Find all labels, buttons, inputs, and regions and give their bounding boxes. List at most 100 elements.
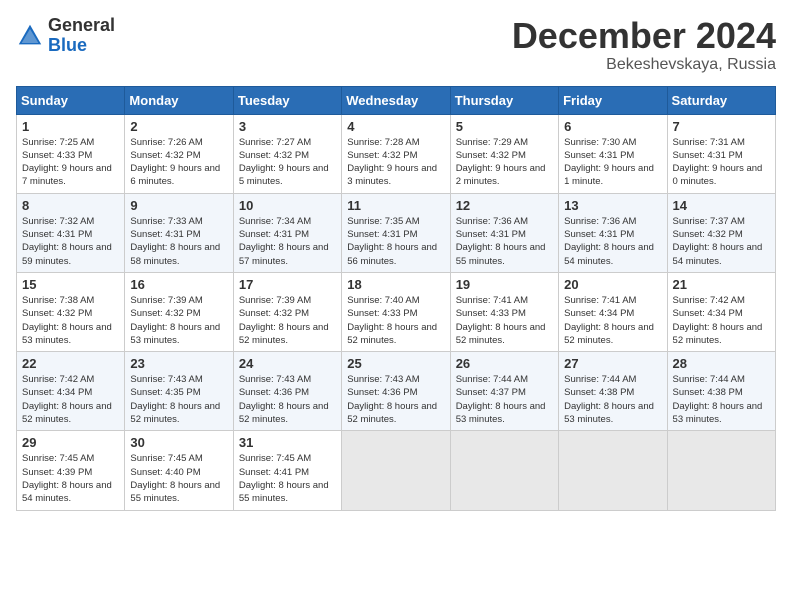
calendar-week-row: 29Sunrise: 7:45 AMSunset: 4:39 PMDayligh… [17, 431, 776, 510]
table-row: 25 Sunrise: 7:43 AMSunset: 4:36 PMDayligh… [342, 352, 450, 431]
table-row [342, 431, 450, 510]
table-row [667, 431, 775, 510]
day-info: Sunrise: 7:30 AMSunset: 4:31 PMDaylight:… [564, 136, 661, 189]
table-row [559, 431, 667, 510]
day-number: 1 [22, 119, 119, 134]
page-header: General Blue December 2024 Bekeshevskaya… [16, 16, 776, 74]
day-info: Sunrise: 7:37 AMSunset: 4:32 PMDaylight:… [673, 215, 770, 268]
day-info: Sunrise: 7:29 AMSunset: 4:32 PMDaylight:… [456, 136, 553, 189]
logo-text: General Blue [48, 16, 115, 56]
day-number: 12 [456, 198, 553, 213]
day-number: 18 [347, 277, 444, 292]
day-number: 29 [22, 435, 119, 450]
table-row: 11 Sunrise: 7:35 AMSunset: 4:31 PMDayligh… [342, 193, 450, 272]
table-row: 14Sunrise: 7:37 AMSunset: 4:32 PMDayligh… [667, 193, 775, 272]
day-info: Sunrise: 7:36 AMSunset: 4:31 PMDaylight:… [564, 215, 661, 268]
day-info: Sunrise: 7:39 AMSunset: 4:32 PMDaylight:… [130, 294, 227, 347]
table-row: 23Sunrise: 7:43 AMSunset: 4:35 PMDayligh… [125, 352, 233, 431]
table-row: 2 Sunrise: 7:26 AMSunset: 4:32 PMDaylight… [125, 114, 233, 193]
table-row: 6 Sunrise: 7:30 AMSunset: 4:31 PMDaylight… [559, 114, 667, 193]
calendar-week-row: 8Sunrise: 7:32 AMSunset: 4:31 PMDaylight… [17, 193, 776, 272]
logo-blue: Blue [48, 35, 87, 55]
logo-icon [16, 22, 44, 50]
day-number: 16 [130, 277, 227, 292]
logo: General Blue [16, 16, 115, 56]
day-info: Sunrise: 7:26 AMSunset: 4:32 PMDaylight:… [130, 136, 227, 189]
day-info: Sunrise: 7:25 AMSunset: 4:33 PMDaylight:… [22, 136, 119, 189]
day-info: Sunrise: 7:33 AMSunset: 4:31 PMDaylight:… [130, 215, 227, 268]
col-tuesday: Tuesday [233, 86, 341, 114]
day-number: 25 [347, 356, 444, 371]
day-number: 9 [130, 198, 227, 213]
calendar-week-row: 15Sunrise: 7:38 AMSunset: 4:32 PMDayligh… [17, 272, 776, 351]
day-number: 21 [673, 277, 770, 292]
day-number: 20 [564, 277, 661, 292]
day-info: Sunrise: 7:39 AMSunset: 4:32 PMDaylight:… [239, 294, 336, 347]
day-number: 13 [564, 198, 661, 213]
table-row: 20 Sunrise: 7:41 AMSunset: 4:34 PMDayligh… [559, 272, 667, 351]
day-number: 10 [239, 198, 336, 213]
day-number: 28 [673, 356, 770, 371]
day-number: 5 [456, 119, 553, 134]
title-block: December 2024 Bekeshevskaya, Russia [512, 16, 776, 74]
day-info: Sunrise: 7:38 AMSunset: 4:32 PMDaylight:… [22, 294, 119, 347]
table-row: 5 Sunrise: 7:29 AMSunset: 4:32 PMDaylight… [450, 114, 558, 193]
day-number: 31 [239, 435, 336, 450]
day-info: Sunrise: 7:41 AMSunset: 4:34 PMDaylight:… [564, 294, 661, 347]
location-title: Bekeshevskaya, Russia [512, 56, 776, 74]
table-row: 29Sunrise: 7:45 AMSunset: 4:39 PMDayligh… [17, 431, 125, 510]
table-row [450, 431, 558, 510]
col-monday: Monday [125, 86, 233, 114]
table-row: 17 Sunrise: 7:39 AMSunset: 4:32 PMDayligh… [233, 272, 341, 351]
table-row: 1 Sunrise: 7:25 AMSunset: 4:33 PMDaylight… [17, 114, 125, 193]
col-thursday: Thursday [450, 86, 558, 114]
day-info: Sunrise: 7:44 AMSunset: 4:38 PMDaylight:… [564, 373, 661, 426]
table-row: 15Sunrise: 7:38 AMSunset: 4:32 PMDayligh… [17, 272, 125, 351]
col-friday: Friday [559, 86, 667, 114]
day-info: Sunrise: 7:41 AMSunset: 4:33 PMDaylight:… [456, 294, 553, 347]
day-number: 2 [130, 119, 227, 134]
table-row: 21 Sunrise: 7:42 AMSunset: 4:34 PMDayligh… [667, 272, 775, 351]
day-info: Sunrise: 7:40 AMSunset: 4:33 PMDaylight:… [347, 294, 444, 347]
col-saturday: Saturday [667, 86, 775, 114]
logo-general: General [48, 15, 115, 35]
table-row: 28Sunrise: 7:44 AMSunset: 4:38 PMDayligh… [667, 352, 775, 431]
table-row: 13 Sunrise: 7:36 AMSunset: 4:31 PMDayligh… [559, 193, 667, 272]
day-number: 6 [564, 119, 661, 134]
table-row: 26Sunrise: 7:44 AMSunset: 4:37 PMDayligh… [450, 352, 558, 431]
table-row: 16 Sunrise: 7:39 AMSunset: 4:32 PMDayligh… [125, 272, 233, 351]
table-row: 18 Sunrise: 7:40 AMSunset: 4:33 PMDayligh… [342, 272, 450, 351]
day-number: 24 [239, 356, 336, 371]
day-info: Sunrise: 7:28 AMSunset: 4:32 PMDaylight:… [347, 136, 444, 189]
calendar-header-row: Sunday Monday Tuesday Wednesday Thursday… [17, 86, 776, 114]
day-info: Sunrise: 7:45 AMSunset: 4:41 PMDaylight:… [239, 452, 336, 505]
day-info: Sunrise: 7:34 AMSunset: 4:31 PMDaylight:… [239, 215, 336, 268]
day-number: 22 [22, 356, 119, 371]
col-sunday: Sunday [17, 86, 125, 114]
calendar-week-row: 1 Sunrise: 7:25 AMSunset: 4:33 PMDaylight… [17, 114, 776, 193]
day-number: 27 [564, 356, 661, 371]
table-row: 22 Sunrise: 7:42 AMSunset: 4:34 PMDayligh… [17, 352, 125, 431]
col-wednesday: Wednesday [342, 86, 450, 114]
day-info: Sunrise: 7:35 AMSunset: 4:31 PMDaylight:… [347, 215, 444, 268]
day-info: Sunrise: 7:42 AMSunset: 4:34 PMDaylight:… [22, 373, 119, 426]
table-row: 9 Sunrise: 7:33 AMSunset: 4:31 PMDaylight… [125, 193, 233, 272]
day-info: Sunrise: 7:43 AMSunset: 4:36 PMDaylight:… [347, 373, 444, 426]
day-number: 3 [239, 119, 336, 134]
table-row: 30Sunrise: 7:45 AMSunset: 4:40 PMDayligh… [125, 431, 233, 510]
day-number: 26 [456, 356, 553, 371]
day-info: Sunrise: 7:42 AMSunset: 4:34 PMDaylight:… [673, 294, 770, 347]
table-row: 19 Sunrise: 7:41 AMSunset: 4:33 PMDayligh… [450, 272, 558, 351]
table-row: 10 Sunrise: 7:34 AMSunset: 4:31 PMDayligh… [233, 193, 341, 272]
table-row: 24Sunrise: 7:43 AMSunset: 4:36 PMDayligh… [233, 352, 341, 431]
day-number: 17 [239, 277, 336, 292]
table-row: 27 Sunrise: 7:44 AMSunset: 4:38 PMDayligh… [559, 352, 667, 431]
day-info: Sunrise: 7:36 AMSunset: 4:31 PMDaylight:… [456, 215, 553, 268]
day-number: 11 [347, 198, 444, 213]
table-row: 3Sunrise: 7:27 AMSunset: 4:32 PMDaylight… [233, 114, 341, 193]
day-number: 19 [456, 277, 553, 292]
table-row: 4 Sunrise: 7:28 AMSunset: 4:32 PMDaylight… [342, 114, 450, 193]
day-number: 4 [347, 119, 444, 134]
day-number: 7 [673, 119, 770, 134]
day-info: Sunrise: 7:31 AMSunset: 4:31 PMDaylight:… [673, 136, 770, 189]
